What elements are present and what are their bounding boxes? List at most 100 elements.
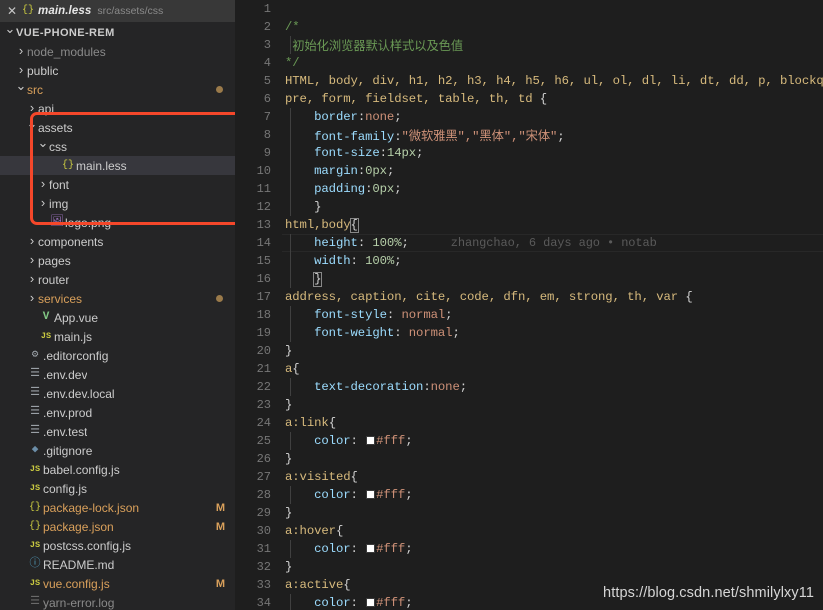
code-line[interactable]: 14 height: 100%; zhangchao, 6 days ago • … (235, 234, 823, 252)
code-line[interactable]: 31 color: #fff; (235, 540, 823, 558)
code-text: 初始化浏览器默认样式以及色值 (277, 36, 823, 54)
code-text: border:none; (277, 110, 823, 124)
line-number: 34 (256, 596, 271, 610)
tree-item-assets[interactable]: assets (0, 118, 235, 137)
chevron-right-icon[interactable] (26, 234, 38, 247)
tree-item-postcss-config-js[interactable]: JS postcss.config.js (0, 536, 235, 555)
color-swatch[interactable] (366, 436, 376, 445)
code-text: color: #fff; (277, 488, 823, 502)
js-file-icon: JS (29, 540, 41, 551)
color-swatch[interactable] (366, 598, 376, 607)
code-line[interactable]: 24 a:link{ (235, 414, 823, 432)
tree-item-components[interactable]: components (0, 232, 235, 251)
code-line[interactable]: 17 address, caption, cite, code, dfn, em,… (235, 288, 823, 306)
chevron-right-icon[interactable] (37, 177, 49, 190)
chevron-down-icon[interactable] (26, 120, 38, 133)
code-line[interactable]: 19 font-weight: normal; (235, 324, 823, 342)
code-line[interactable]: 9 font-size:14px; (235, 144, 823, 162)
chevron-right-icon[interactable] (37, 196, 49, 209)
code-line[interactable]: 20} (235, 342, 823, 360)
tree-item-node-modules[interactable]: node_modules (0, 42, 235, 61)
code-line[interactable]: 12 } (235, 198, 823, 216)
editor-tab-main-less[interactable]: ✕ {} main.less src/assets/css (0, 0, 235, 22)
tree-item-gitignore[interactable]: ◆ .gitignore (0, 441, 235, 460)
close-icon[interactable]: ✕ (4, 5, 20, 17)
tree-item-logo-png[interactable]: 🖼 logo.png (0, 213, 235, 232)
code-line[interactable]: 2 /* (235, 18, 823, 36)
line-number: 25 (256, 434, 271, 448)
code-line[interactable]: 11 padding:0px; (235, 180, 823, 198)
chevron-right-icon[interactable] (26, 291, 38, 304)
chevron-right-icon[interactable] (26, 272, 38, 285)
code-line[interactable]: 23} (235, 396, 823, 414)
code-line[interactable]: 30 a:hover{ (235, 522, 823, 540)
code-token: #fff (376, 596, 406, 610)
tree-item-main-less[interactable]: {} main.less (0, 156, 235, 175)
js-file-icon: JS (40, 331, 52, 342)
tree-item-babel-config-js[interactable]: JS babel.config.js (0, 460, 235, 479)
code-line[interactable]: 3 初始化浏览器默认样式以及色值 (235, 36, 823, 54)
chevron-down-icon[interactable] (4, 25, 16, 38)
tree-item-css[interactable]: css (0, 137, 235, 156)
tree-root-vue-phone-rem[interactable]: VUE-PHONE-REM (0, 23, 235, 42)
code-line[interactable]: 32} (235, 558, 823, 576)
line-number: 1 (263, 2, 271, 16)
chevron-right-icon[interactable] (15, 44, 27, 57)
code-text: a:link{ (277, 416, 823, 430)
code-text: margin:0px; (277, 164, 823, 178)
json-file-icon: {} (22, 5, 35, 16)
code-line[interactable]: 27 a:visited{ (235, 468, 823, 486)
tree-item-app-vue[interactable]: V App.vue (0, 308, 235, 327)
code-line[interactable]: 5 HTML, body, div, h1, h2, h3, h4, h5, h6… (235, 72, 823, 90)
code-line[interactable]: 10 margin:0px; (235, 162, 823, 180)
tree-item-env-prod[interactable]: ☰ .env.prod (0, 403, 235, 422)
tree-item-router[interactable]: router (0, 270, 235, 289)
tree-item-label: api (38, 101, 55, 116)
tree-item-public[interactable]: public (0, 61, 235, 80)
code-line[interactable]: 29} (235, 504, 823, 522)
color-swatch[interactable] (366, 490, 376, 499)
chevron-down-icon[interactable] (37, 139, 49, 152)
chevron-right-icon[interactable] (15, 63, 27, 76)
code-line[interactable]: 22 text-decoration:none; (235, 378, 823, 396)
tree-item-package-json[interactable]: {} package.json M (0, 517, 235, 536)
code-token: } (285, 452, 293, 466)
tree-item-env-test[interactable]: ☰ .env.test (0, 422, 235, 441)
chevron-right-icon[interactable] (26, 101, 38, 114)
tree-item-img[interactable]: img (0, 194, 235, 213)
tree-item-editorconfig[interactable]: ⚙ .editorconfig (0, 346, 235, 365)
code-line[interactable]: 16 } (235, 270, 823, 288)
code-line[interactable]: 15 width: 100%; (235, 252, 823, 270)
chevron-down-icon[interactable] (15, 82, 27, 95)
chevron-right-icon[interactable] (26, 253, 38, 266)
tree-item-font[interactable]: font (0, 175, 235, 194)
tree-item-yarn-error-log[interactable]: ☰ yarn-error.log (0, 593, 235, 610)
tree-item-env-dev-local[interactable]: ☰ .env.dev.local (0, 384, 235, 403)
code-line[interactable]: 28 color: #fff; (235, 486, 823, 504)
tree-item-config-js[interactable]: JS config.js (0, 479, 235, 498)
tree-item-services[interactable]: services (0, 289, 235, 308)
code-line[interactable]: 18 font-style: normal; (235, 306, 823, 324)
code-line[interactable]: 7 border:none; (235, 108, 823, 126)
explorer-sidebar: ✕ {} main.less src/assets/css VUE-PHONE-… (0, 0, 235, 610)
tree-item-pages[interactable]: pages (0, 251, 235, 270)
code-text: text-decoration:none; (277, 380, 823, 394)
tree-item-main-js[interactable]: JS main.js (0, 327, 235, 346)
code-line[interactable]: 6 pre, form, fieldset, table, th, td { (235, 90, 823, 108)
code-line[interactable]: 21 a{ (235, 360, 823, 378)
code-editor[interactable]: 1 2/* 3 初始化浏览器默认样式以及色值 4 */5 HTML, body, div,… (235, 0, 823, 610)
code-line[interactable]: 25 color: #fff; (235, 432, 823, 450)
tree-item-src[interactable]: src (0, 80, 235, 99)
tree-item-env-dev[interactable]: ☰ .env.dev (0, 365, 235, 384)
code-line[interactable]: 26} (235, 450, 823, 468)
code-line[interactable]: 1 (235, 0, 823, 18)
code-line[interactable]: 8 font-family:"微软雅黑","黑体","宋体"; (235, 126, 823, 144)
tree-item-vue-config-js[interactable]: JS vue.config.js M (0, 574, 235, 593)
file-tree[interactable]: VUE-PHONE-REM node_modulespublic src api as… (0, 22, 235, 610)
code-line[interactable]: 4 */ (235, 54, 823, 72)
color-swatch[interactable] (366, 544, 376, 553)
tree-item-package-lock-json[interactable]: {} package-lock.json M (0, 498, 235, 517)
code-token: } (285, 506, 293, 520)
tree-item-readme-md[interactable]: ⓘ README.md (0, 555, 235, 574)
code-line[interactable]: 13 html,body{ (235, 216, 823, 234)
